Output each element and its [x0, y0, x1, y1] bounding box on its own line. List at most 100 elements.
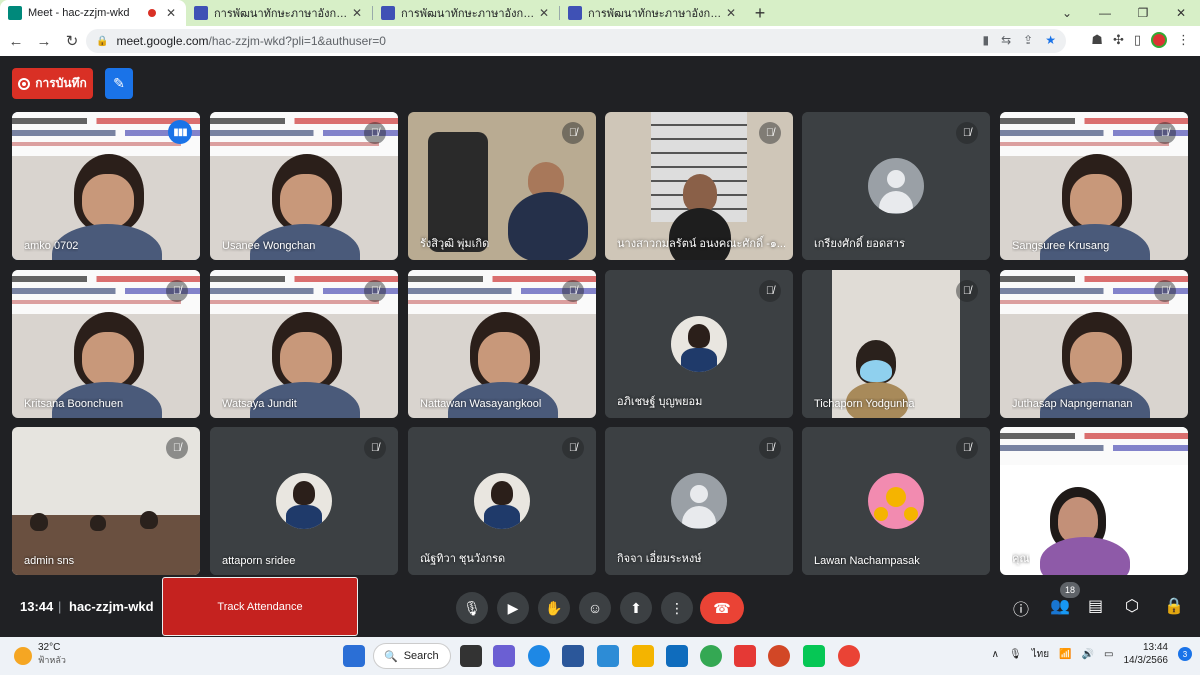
participant-name: Watsaya Jundit	[222, 398, 297, 410]
participant-tile[interactable]: 🎙̸ Nattawan Wasayangkool	[408, 270, 596, 418]
address-bar: ← → ↻ 🔒 meet.google.com/hac-zzjm-wkd?pli…	[0, 26, 1200, 56]
chevron-up-icon[interactable]: ∧	[992, 649, 999, 660]
url-host: meet.google.com	[116, 34, 209, 48]
participant-name: Juthasap Napngernanan	[1012, 398, 1133, 410]
participant-tile[interactable]: 🎙̸ Usanee Wongchan	[210, 112, 398, 260]
participant-tile[interactable]: 🎙̸ ณัฐทิวา ชุนวังกรด	[408, 427, 596, 575]
microphone-tray-icon[interactable]: 🎙	[1009, 649, 1022, 660]
puzzle-icon[interactable]: ✣	[1113, 32, 1124, 48]
people-icon[interactable]: 👥	[1050, 596, 1070, 616]
battery-icon[interactable]: ▭	[1104, 649, 1113, 660]
tab-search-icon[interactable]: ⌄	[1048, 0, 1086, 26]
mail-icon[interactable]	[666, 645, 688, 667]
participant-tile[interactable]: 🎙̸ Sangsuree Krusang	[1000, 112, 1188, 260]
tab-english-3[interactable]: การพัฒนาทักษะภาษาอังกฤษ English ✕	[560, 0, 746, 26]
microphone-button[interactable]: 🎙	[456, 592, 488, 624]
info-icon[interactable]: ⓘ	[1013, 596, 1029, 620]
participant-name: amko 0702	[24, 240, 79, 252]
camera-button[interactable]: ▶	[497, 592, 529, 624]
raise-hand-button[interactable]: ✋	[538, 592, 570, 624]
participant-tile[interactable]: 🎙̸ Lawan Nachampasak	[802, 427, 990, 575]
participant-tile[interactable]: 🎙̸ Watsaya Jundit	[210, 270, 398, 418]
new-tab-button[interactable]: +	[746, 0, 774, 26]
host-controls-icon[interactable]: 🔒	[1164, 596, 1184, 616]
restore-icon[interactable]: ❐	[1124, 0, 1162, 26]
minimize-icon[interactable]: —	[1086, 0, 1124, 26]
present-button[interactable]: ⬆	[620, 592, 652, 624]
notes-button[interactable]: ✎	[105, 68, 133, 99]
participant-tile[interactable]: คุณ	[1000, 427, 1188, 575]
close-window-icon[interactable]: ✕	[1162, 0, 1200, 26]
participant-tile[interactable]: 🎙̸ กิจจา เอี่ยมระหงษ์	[605, 427, 793, 575]
tab-meet[interactable]: Meet - hac-zzjm-wkd ✕	[0, 0, 186, 26]
volume-icon[interactable]: 🔊	[1082, 649, 1094, 660]
app-l-icon[interactable]	[597, 645, 619, 667]
participant-tile[interactable]: 🎙̸ Tichaporn Yodgunha	[802, 270, 990, 418]
participant-tile[interactable]: 🎙̸ Juthasap Napngernanan	[1000, 270, 1188, 418]
sidepanel-icon[interactable]: ▯	[1134, 32, 1141, 48]
notification-badge[interactable]: 3	[1178, 647, 1192, 661]
recording-label: การบันทึก	[35, 76, 87, 90]
share-icon[interactable]: ⇪	[1023, 33, 1033, 47]
more-options-button[interactable]: ⋮	[661, 592, 693, 624]
taskbar-search[interactable]: 🔍 Search	[373, 643, 451, 669]
close-icon[interactable]: ✕	[350, 6, 364, 20]
edge-icon[interactable]	[528, 645, 550, 667]
activities-icon[interactable]: ⬡	[1125, 596, 1139, 616]
chrome-canary-icon[interactable]	[700, 645, 722, 667]
mic-off-icon: 🎙̸	[1154, 122, 1176, 144]
extension-icon[interactable]: ☗	[1091, 32, 1103, 48]
omnibox[interactable]: 🔒 meet.google.com/hac-zzjm-wkd?pli=1&aut…	[86, 29, 1066, 53]
translate-icon[interactable]: ⇆	[1001, 33, 1011, 47]
participant-name: Usanee Wongchan	[222, 240, 316, 252]
chat-icon[interactable]: ▤	[1088, 596, 1103, 616]
more-menu-icon[interactable]: ⋮	[1177, 32, 1190, 48]
line-icon[interactable]	[803, 645, 825, 667]
close-icon[interactable]: ✕	[724, 6, 738, 20]
recording-button[interactable]: การบันทึก	[12, 68, 93, 99]
participant-tile[interactable]: 🎙̸ รังสิวุฒิ พุ่มเกิด	[408, 112, 596, 260]
profile-avatar[interactable]	[1151, 32, 1167, 48]
mic-off-icon: 🎙̸	[562, 280, 584, 302]
participant-tile[interactable]: 🎙̸ Kritsana Boonchuen	[12, 270, 200, 418]
participant-tile[interactable]: 🎙̸ นางสาวกมลรัตน์ อนงคณะศักดิ์ -๑...	[605, 112, 793, 260]
start-icon[interactable]	[343, 645, 365, 667]
omnibox-actions: ▮ ⇆ ⇪ ★	[983, 33, 1057, 47]
meeting-controls-bar: 13:44 | hac-zzjm-wkd Track Attendance 🎙 …	[0, 577, 1200, 636]
language-indicator[interactable]: ไทย	[1032, 647, 1049, 662]
tab-english-1[interactable]: การพัฒนาทักษะภาษาอังกฤษ English ✕	[186, 0, 372, 26]
wifi-icon[interactable]: 📶	[1059, 649, 1071, 660]
teams-icon[interactable]	[493, 645, 515, 667]
present-screen-icon: ⬆	[630, 599, 642, 616]
participant-tile[interactable]: ▮▮▮ amko 0702	[12, 112, 200, 260]
participant-name: attaporn sridee	[222, 555, 296, 567]
mic-off-icon: 🎙̸	[759, 437, 781, 459]
track-attendance-button[interactable]: Track Attendance	[162, 577, 358, 636]
word-icon[interactable]	[562, 645, 584, 667]
participant-name: อภิเชษฐ์ บุญพยอม	[617, 396, 703, 408]
reload-icon[interactable]: ↻	[60, 32, 84, 50]
close-icon[interactable]: ✕	[537, 6, 551, 20]
participant-tile[interactable]: 🎙̸ เกรียงศักดิ์ ยอดสาร	[802, 112, 990, 260]
participant-tile[interactable]: 🎙̸ attaporn sridee	[210, 427, 398, 575]
participant-tile[interactable]: 🎙̸ admin sns	[12, 427, 200, 575]
file-explorer-icon[interactable]	[632, 645, 654, 667]
close-icon[interactable]: ✕	[164, 6, 178, 20]
leave-call-button[interactable]: ☎	[700, 592, 744, 624]
powerpoint-icon[interactable]	[768, 645, 790, 667]
more-vert-icon: ⋮	[670, 599, 684, 616]
acrobat-icon[interactable]	[734, 645, 756, 667]
taskbar-clock[interactable]: 13:44 14/3/2566	[1124, 641, 1169, 667]
participant-tile[interactable]: 🎙̸ อภิเชษฐ์ บุญพยอม	[605, 270, 793, 418]
bookmark-star-icon[interactable]: ★	[1045, 33, 1056, 47]
camera-icon[interactable]: ▮	[983, 33, 990, 47]
tab-english-2[interactable]: การพัฒนาทักษะภาษาอังกฤษ English ✕	[373, 0, 559, 26]
forward-icon[interactable]: →	[32, 33, 56, 50]
back-icon[interactable]: ←	[4, 33, 28, 50]
weather-widget[interactable]: 32°C ฟ้าหลัว	[14, 642, 66, 667]
reactions-button[interactable]: ☺	[579, 592, 611, 624]
task-view-icon[interactable]	[460, 645, 482, 667]
chrome-icon[interactable]	[838, 645, 860, 667]
lock-icon[interactable]: 🔒	[96, 36, 108, 47]
participant-name: Nattawan Wasayangkool	[420, 398, 542, 410]
